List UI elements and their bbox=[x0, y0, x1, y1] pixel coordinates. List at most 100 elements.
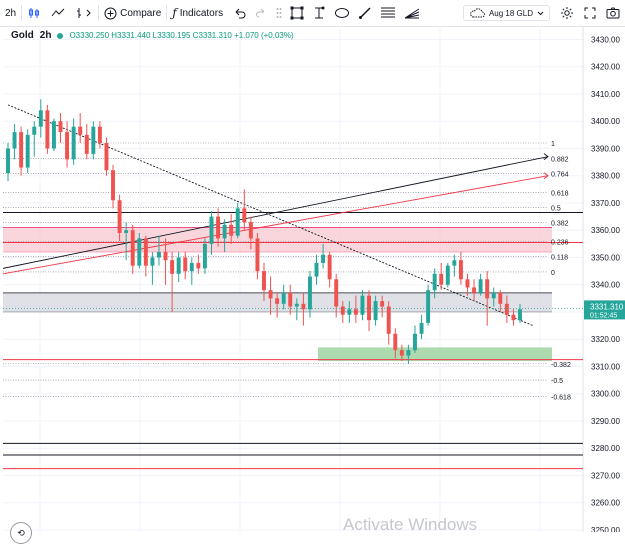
candle-body bbox=[268, 290, 273, 299]
candle-body bbox=[373, 301, 378, 321]
candle-body bbox=[111, 170, 115, 201]
y-tick-label: 3250.00 bbox=[591, 526, 620, 532]
fib-level-label: 0.118 bbox=[551, 255, 568, 262]
candle-body bbox=[91, 126, 96, 154]
candle-body bbox=[163, 252, 168, 261]
fib-level-label: 0.382 bbox=[551, 221, 569, 228]
fib-fan-tool-icon[interactable] bbox=[404, 6, 420, 20]
candle-body bbox=[242, 208, 247, 223]
candle-body bbox=[78, 126, 83, 135]
camera-icon bbox=[606, 7, 620, 19]
candle-body bbox=[340, 306, 345, 315]
candle-body bbox=[465, 279, 470, 288]
candle-body bbox=[65, 132, 70, 160]
activate-windows-watermark: Activate Windows bbox=[343, 515, 478, 534]
fullscreen-button[interactable] bbox=[579, 0, 601, 26]
candle-body bbox=[209, 216, 214, 244]
candle-body bbox=[32, 126, 37, 135]
y-tick-label: 3280.00 bbox=[591, 444, 620, 453]
candle-body bbox=[6, 148, 10, 173]
legend-symbol: Gold bbox=[11, 30, 34, 41]
interval-button[interactable]: 2h bbox=[0, 0, 21, 26]
line-chart-button[interactable] bbox=[46, 0, 70, 26]
candle-body bbox=[419, 322, 424, 334]
candle-body bbox=[216, 216, 221, 239]
candle-body bbox=[275, 298, 280, 304]
candle-body bbox=[360, 295, 365, 315]
brush-tool-icon[interactable] bbox=[358, 6, 372, 20]
undo-icon bbox=[233, 7, 246, 20]
settings-button[interactable] bbox=[555, 0, 579, 26]
bottom-tool-button[interactable]: ⟲ bbox=[10, 522, 32, 544]
candle-body bbox=[406, 350, 411, 356]
candle-body bbox=[117, 200, 122, 233]
candle-body bbox=[327, 254, 332, 280]
candle-body bbox=[458, 260, 463, 280]
candle-body bbox=[386, 306, 391, 334]
y-tick-label: 3310.00 bbox=[591, 362, 620, 371]
fib-level-label: 0.5 bbox=[551, 206, 561, 213]
fullscreen-icon bbox=[584, 7, 596, 19]
candle-body bbox=[130, 230, 135, 266]
y-tick-label: 3360.00 bbox=[591, 226, 620, 235]
candle-body bbox=[334, 279, 339, 307]
candle-body bbox=[183, 257, 188, 272]
candle-body bbox=[399, 350, 404, 356]
y-tick-label: 3390.00 bbox=[591, 144, 620, 153]
candle-body bbox=[19, 132, 24, 168]
candle-body bbox=[367, 295, 371, 321]
chart-style-button[interactable] bbox=[22, 0, 46, 26]
candle-body bbox=[124, 230, 129, 233]
cloud-icon bbox=[469, 8, 485, 18]
fib-retracement-tool-icon[interactable] bbox=[380, 6, 396, 20]
y-tick-label: 3410.00 bbox=[591, 90, 620, 99]
y-tick-label: 3370.00 bbox=[591, 199, 620, 208]
last-price-countdown: 01:52:45 bbox=[590, 312, 617, 319]
candle-body bbox=[281, 292, 286, 304]
candle-body bbox=[25, 134, 30, 168]
legend-interval: 2h bbox=[39, 30, 52, 41]
candle-body bbox=[380, 301, 385, 307]
candles-icon bbox=[27, 6, 41, 20]
candle-body bbox=[104, 143, 109, 171]
candle-body bbox=[288, 292, 293, 307]
screenshot-button[interactable] bbox=[601, 0, 625, 26]
legend-ohlc: O3330.250 H3331.440 L3330.195 C3331.310 … bbox=[69, 31, 294, 40]
candle-body bbox=[426, 290, 431, 323]
candle-body bbox=[393, 333, 398, 351]
redo-button[interactable] bbox=[251, 0, 271, 26]
chevron-down-icon bbox=[537, 11, 544, 16]
ellipse-tool-icon[interactable] bbox=[334, 6, 350, 20]
goto-label: Aug 18 GLD bbox=[488, 8, 533, 18]
candle-body bbox=[478, 279, 483, 293]
fib-level-label: 0 bbox=[551, 270, 555, 277]
y-tick-label: 3290.00 bbox=[591, 417, 620, 426]
price-scale-button[interactable] bbox=[70, 0, 98, 26]
indicators-button[interactable]: ƒ Indicators bbox=[167, 0, 228, 26]
zone-rect bbox=[318, 347, 552, 362]
candle-body bbox=[84, 134, 89, 154]
redo-icon bbox=[256, 7, 266, 20]
candle-body bbox=[321, 254, 326, 263]
candle-body bbox=[248, 222, 253, 239]
drag-handle-icon[interactable] bbox=[276, 6, 282, 20]
y-tick-label: 3380.00 bbox=[591, 172, 620, 181]
y-tick-label: 3430.00 bbox=[591, 35, 620, 44]
candle-body bbox=[235, 208, 240, 236]
candle-body bbox=[38, 110, 43, 127]
candle-body bbox=[518, 309, 522, 321]
chart-canvas[interactable]: 1 0.882 0.764 0.618 0.5 0.382 0.236 0.118 0 -0.38… bbox=[0, 26, 625, 532]
compare-button[interactable]: Compare bbox=[99, 0, 166, 26]
candle-body bbox=[170, 260, 175, 274]
fib-level-label: -0.382 bbox=[551, 362, 571, 369]
goto-date-button[interactable]: Aug 18 GLD bbox=[458, 0, 555, 26]
candle-body bbox=[504, 303, 509, 315]
text-cursor-tool-icon[interactable] bbox=[312, 6, 326, 20]
gear-icon bbox=[560, 6, 574, 20]
rectangle-tool-icon[interactable] bbox=[290, 6, 304, 20]
y-tick-label: 3340.00 bbox=[591, 281, 620, 290]
undo-button[interactable] bbox=[228, 0, 251, 26]
candle-body bbox=[222, 224, 227, 239]
fib-level-label: -0.5 bbox=[551, 378, 563, 385]
chart-legend: Gold 2h O3330.250 H3331.440 L3330.195 C3… bbox=[11, 30, 294, 41]
